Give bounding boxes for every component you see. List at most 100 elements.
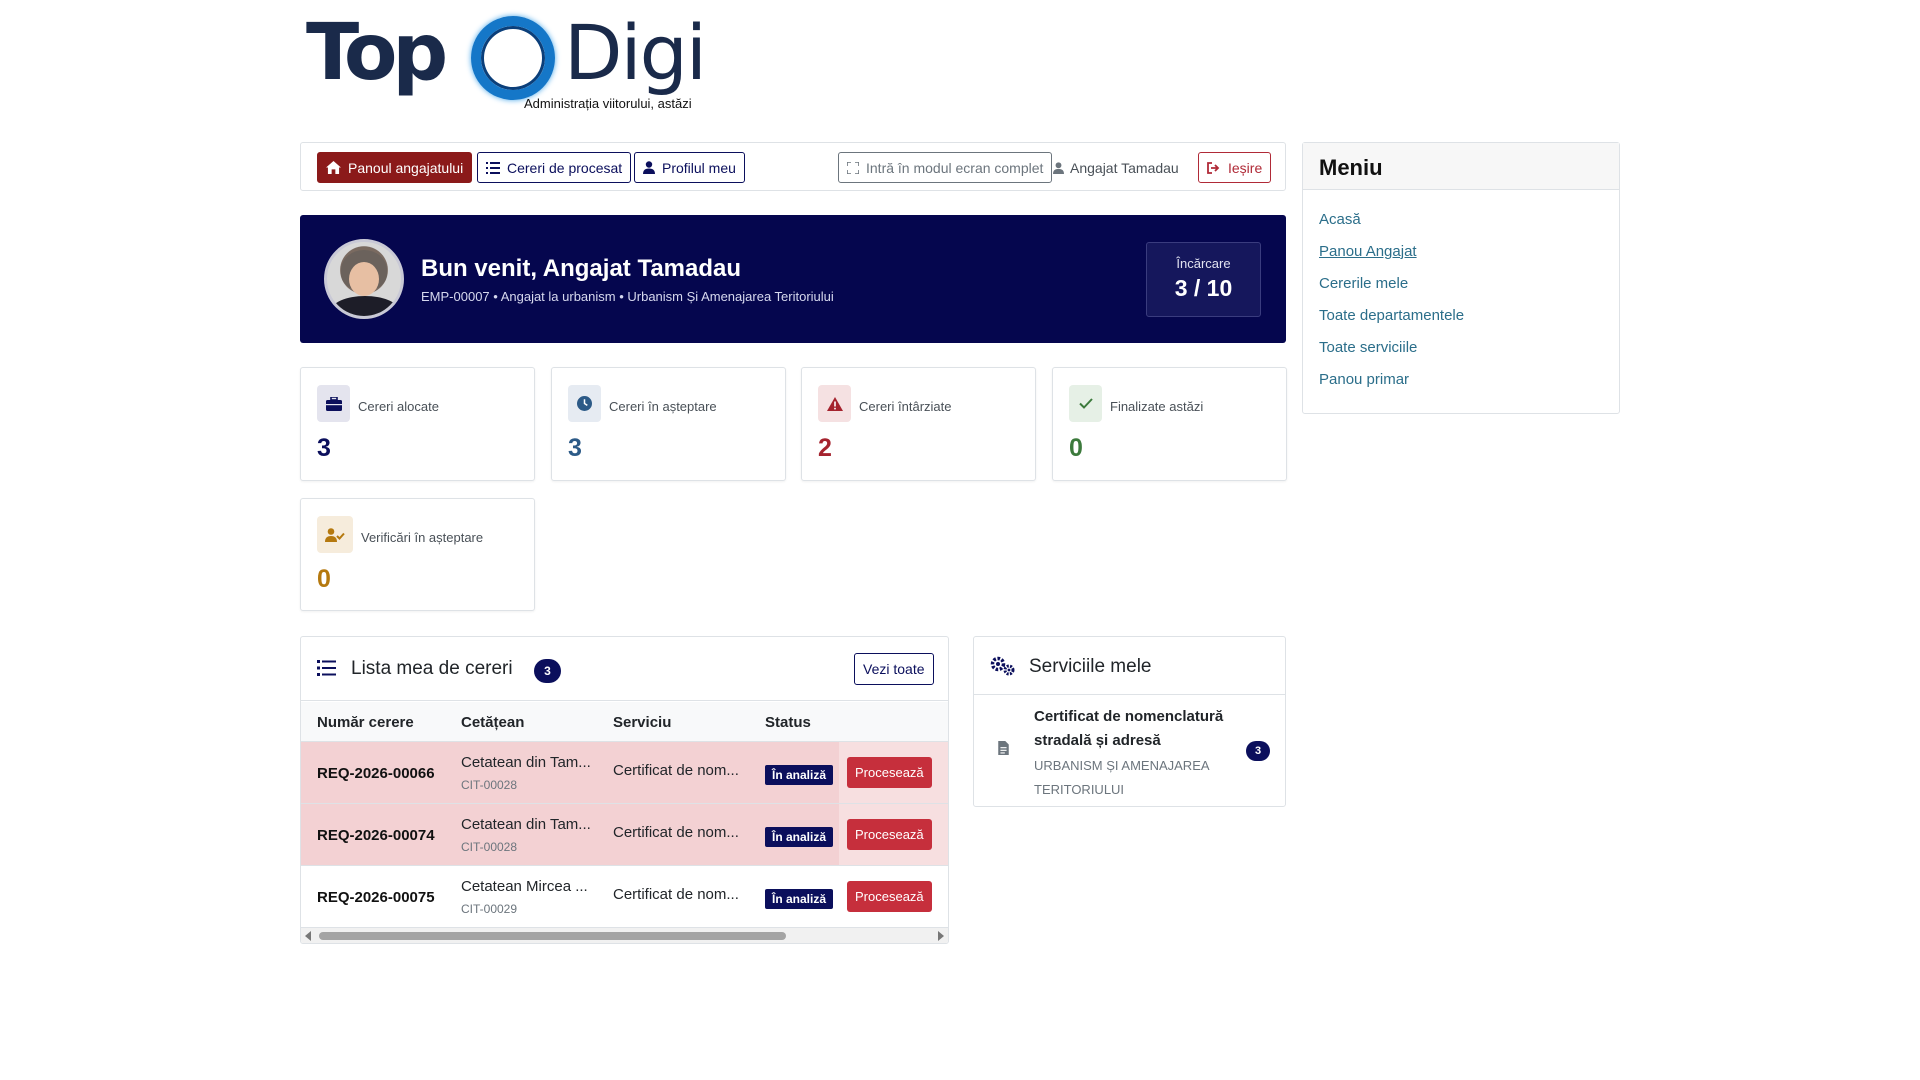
gears-icon: [990, 656, 1015, 676]
scroll-right-icon[interactable]: [938, 931, 944, 941]
my-requests-title: Lista mea de cereri: [351, 658, 513, 679]
citizen-id: CIT-00029: [461, 902, 518, 916]
table-row[interactable]: REQ-2026-00066 Cetatean din Tam... CIT-0…: [301, 742, 948, 804]
column-header[interactable]: Număr cerere: [317, 714, 414, 731]
workload-value: 3 / 10: [1174, 275, 1233, 301]
service-name: Certificat de nom...: [613, 824, 739, 841]
stat-value: 3: [568, 434, 582, 462]
warning-icon: [818, 385, 851, 422]
stat-card-completed: Finalizate astăzi 0: [1052, 367, 1287, 481]
logo[interactable]: Top Digi Administrația viitorului, astăz…: [306, 8, 726, 118]
my-requests-card: Lista mea de cereri 3 Vezi toate Număr c…: [300, 636, 949, 944]
logout-button-label: Ieșire: [1228, 159, 1263, 176]
dashboard-button[interactable]: Panoul angajatului: [317, 152, 473, 183]
stat-value: 3: [317, 434, 331, 462]
requests-table-header: Număr cerere Cetățean Serviciu Status: [301, 702, 948, 742]
my-services-card: Serviciile mele Certificat de nomenclatu…: [973, 636, 1286, 807]
service-count-badge: 3: [1246, 741, 1270, 761]
menu-title: Meniu: [1303, 143, 1619, 190]
menu-item-home[interactable]: Acasă: [1319, 204, 1603, 236]
scrollbar-thumb[interactable]: [319, 932, 786, 940]
stat-card-verifications: Verificări în așteptare 0: [300, 498, 535, 611]
profile-button-label: Profilul meu: [662, 159, 736, 176]
expand-icon: [847, 161, 859, 174]
welcome-title: Bun venit, Angajat Tamadau: [421, 255, 742, 282]
process-button[interactable]: Procesează: [847, 881, 932, 912]
fullscreen-button-label: Intră în modul ecran complet: [866, 159, 1044, 176]
citizen-name: Cetatean din Tam...: [461, 816, 591, 833]
menu-item-mayor-panel[interactable]: Panou primar: [1319, 364, 1603, 396]
logo-text-top: Top: [306, 8, 448, 98]
stat-value: 0: [317, 565, 331, 593]
sidebar-menu: Meniu Acasă Panou Angajat Cererile mele …: [1302, 142, 1620, 414]
document-icon: [998, 741, 1009, 755]
status-badge: În analiză: [765, 765, 834, 785]
avatar: [324, 239, 404, 319]
dashboard-button-label: Panoul angajatului: [348, 159, 464, 176]
check-icon: [1069, 385, 1102, 422]
user-check-icon: [317, 516, 353, 553]
citizen-id: CIT-00028: [461, 778, 518, 792]
logout-button[interactable]: Ieșire: [1198, 152, 1272, 183]
list-icon: [317, 660, 336, 676]
current-user: Angajat Tamadau: [1053, 152, 1179, 183]
user-icon: [643, 161, 655, 174]
logo-ring-icon: [471, 16, 555, 100]
horizontal-scrollbar[interactable]: [301, 928, 948, 943]
citizen-id: CIT-00028: [461, 840, 518, 854]
request-id[interactable]: REQ-2026-00066: [317, 765, 435, 782]
menu-item-my-requests[interactable]: Cererile mele: [1319, 268, 1603, 300]
stat-card-assigned: Cereri alocate 3: [300, 367, 535, 481]
service-item-name[interactable]: Certificat de nomenclatură stradală și a…: [1034, 705, 1249, 753]
menu-item-departments[interactable]: Toate departamentele: [1319, 300, 1603, 332]
request-id[interactable]: REQ-2026-00074: [317, 827, 435, 844]
current-user-name: Angajat Tamadau: [1070, 159, 1179, 176]
column-header[interactable]: Serviciu: [613, 714, 671, 731]
to-process-button[interactable]: Cereri de procesat: [477, 152, 632, 183]
table-row[interactable]: REQ-2026-00074 Cetatean din Tam... CIT-0…: [301, 804, 948, 866]
my-services-title: Serviciile mele: [1029, 656, 1152, 677]
profile-button[interactable]: Profilul meu: [634, 152, 745, 183]
top-nav: Panoul angajatului Cereri de procesat Pr…: [300, 142, 1286, 191]
stat-label: Cereri în așteptare: [609, 399, 717, 414]
logo-tagline: Administrația viitorului, astăzi: [524, 96, 692, 111]
request-id[interactable]: REQ-2026-00075: [317, 889, 435, 906]
site-header: Top Digi Administrația viitorului, astăz…: [0, 0, 1920, 128]
menu-item-services[interactable]: Toate serviciile: [1319, 332, 1603, 364]
menu-item-employee-panel[interactable]: Panou Angajat: [1319, 236, 1603, 268]
status-badge: În analiză: [765, 889, 834, 909]
service-name: Certificat de nom...: [613, 762, 739, 779]
clock-icon: [568, 385, 601, 422]
service-name: Certificat de nom...: [613, 886, 739, 903]
column-header[interactable]: Cetățean: [461, 714, 524, 731]
welcome-banner: Bun venit, Angajat Tamadau EMP-00007 • A…: [300, 215, 1286, 343]
list-icon: [486, 161, 500, 174]
process-button[interactable]: Procesează: [847, 757, 932, 788]
logo-text-digi: Digi: [564, 8, 707, 97]
table-row[interactable]: REQ-2026-00075 Cetatean Mircea ... CIT-0…: [301, 866, 948, 928]
briefcase-icon: [317, 385, 350, 422]
citizen-name: Cetatean Mircea ...: [461, 878, 588, 895]
scroll-left-icon[interactable]: [305, 931, 311, 941]
service-item-department: URBANISM ȘI AMENAJAREA TERITORIULUI: [1034, 758, 1209, 797]
to-process-button-label: Cereri de procesat: [507, 159, 623, 176]
process-button[interactable]: Procesează: [847, 819, 932, 850]
sign-out-icon: [1207, 161, 1220, 174]
user-icon: [1053, 161, 1064, 174]
workload-box: Încărcare 3 / 10: [1146, 242, 1261, 317]
stat-label: Finalizate astăzi: [1110, 399, 1204, 414]
stat-value: 0: [1069, 434, 1083, 462]
employee-details: EMP-00007 • Angajat la urbanism • Urbani…: [421, 289, 834, 304]
citizen-name: Cetatean din Tam...: [461, 754, 591, 771]
menu-list: Acasă Panou Angajat Cererile mele Toate …: [1303, 190, 1619, 410]
column-header[interactable]: Status: [765, 714, 811, 731]
home-icon: [326, 161, 341, 174]
my-services-header: Serviciile mele: [974, 637, 1285, 695]
stat-label: Verificări în așteptare: [361, 530, 484, 545]
fullscreen-button[interactable]: Intră în modul ecran complet: [838, 152, 1053, 183]
see-all-button[interactable]: Vezi toate: [854, 653, 934, 685]
status-badge: În analiză: [765, 827, 834, 847]
stat-label: Cereri alocate: [358, 399, 439, 414]
workload-label: Încărcare: [1176, 256, 1231, 271]
my-requests-count-badge: 3: [534, 659, 561, 683]
